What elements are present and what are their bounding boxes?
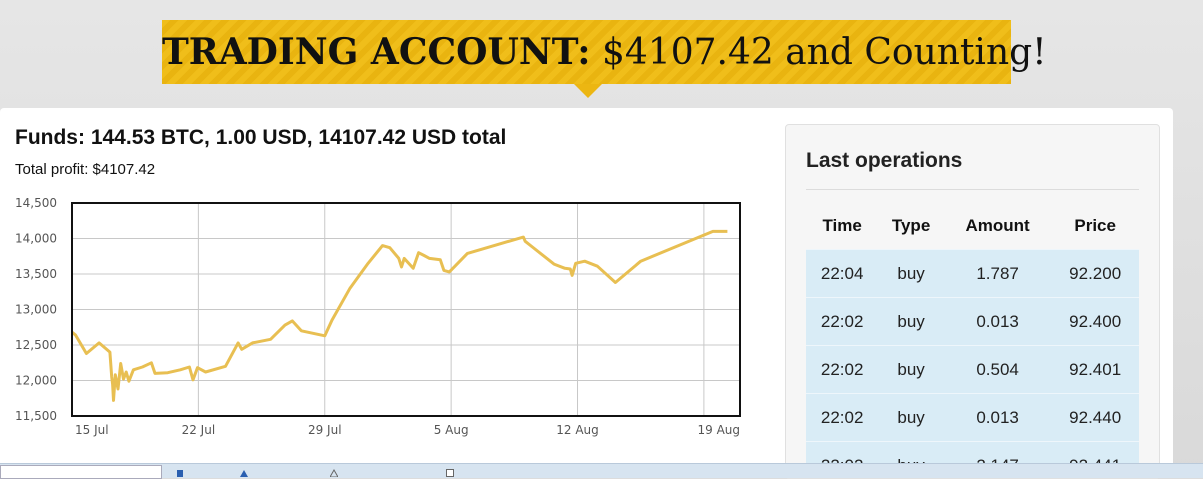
cell-type: buy <box>878 250 944 298</box>
cell-amount: 0.013 <box>944 394 1051 442</box>
toolbar-triangle-icon[interactable] <box>330 469 338 477</box>
operations-header-row: Time Type Amount Price <box>806 203 1139 250</box>
cell-price: 92.400 <box>1051 298 1139 346</box>
toolbar-icon[interactable] <box>176 469 184 477</box>
cell-type: buy <box>878 298 944 346</box>
x-tick-label: 15 Jul <box>75 423 109 437</box>
y-tick-label: 11,500 <box>15 409 57 423</box>
y-tick-label: 12,000 <box>15 374 57 388</box>
funds-line-chart: 14,500 14,000 13,500 13,000 12,500 12,000 11,5… <box>0 190 760 450</box>
column-header-type: Type <box>878 203 944 250</box>
x-tick-label: 29 Jul <box>308 423 342 437</box>
column-header-price: Price <box>1051 203 1139 250</box>
last-operations-title: Last operations <box>806 149 962 173</box>
x-tick-label: 5 Aug <box>434 423 469 437</box>
x-tick-label: 22 Jul <box>182 423 216 437</box>
x-tick-label: 12 Aug <box>556 423 599 437</box>
table-row: 22:02 buy 0.013 92.400 <box>806 298 1139 346</box>
cell-amount: 1.787 <box>944 250 1051 298</box>
cell-amount: 0.504 <box>944 346 1051 394</box>
cell-time: 22:02 <box>806 394 878 442</box>
trading-account-banner: TRADING ACCOUNT: $4107.42 and Counting! <box>162 20 1011 84</box>
operations-table: Time Type Amount Price 22:04 buy 1.787 9… <box>806 203 1139 479</box>
cell-amount: 0.013 <box>944 298 1051 346</box>
cell-price: 92.401 <box>1051 346 1139 394</box>
y-tick-label: 14,500 <box>15 196 57 210</box>
x-tick-label: 19 Aug <box>697 423 740 437</box>
table-row: 22:02 buy 0.504 92.401 <box>806 346 1139 394</box>
last-operations-panel: Last operations Time Type Amount Price 2… <box>785 124 1160 479</box>
total-profit: Total profit: $4107.42 <box>15 161 155 178</box>
cell-price: 92.440 <box>1051 394 1139 442</box>
banner-title-rest: $4107.42 and Counting! <box>591 32 1047 73</box>
funds-summary: Funds: 144.53 BTC, 1.00 USD, 14107.42 US… <box>15 126 506 150</box>
cell-time: 22:04 <box>806 250 878 298</box>
divider <box>806 189 1139 190</box>
cell-type: buy <box>878 394 944 442</box>
cell-type: buy <box>878 346 944 394</box>
banner-title-bold: TRADING ACCOUNT: <box>162 31 591 73</box>
table-row: 22:02 buy 0.013 92.440 <box>806 394 1139 442</box>
table-row: 22:04 buy 1.787 92.200 <box>806 250 1139 298</box>
banner-pointer <box>574 84 602 98</box>
column-header-amount: Amount <box>944 203 1051 250</box>
y-tick-label: 13,500 <box>15 267 57 281</box>
cell-time: 22:02 <box>806 298 878 346</box>
column-header-time: Time <box>806 203 878 250</box>
y-tick-label: 13,000 <box>15 303 57 317</box>
y-tick-label: 12,500 <box>15 338 57 352</box>
y-tick-label: 14,000 <box>15 232 57 246</box>
cell-time: 22:02 <box>806 346 878 394</box>
toolbar-checkbox-icon[interactable] <box>446 469 454 477</box>
toolbar-arrow-icon[interactable] <box>240 469 248 477</box>
cell-price: 92.200 <box>1051 250 1139 298</box>
